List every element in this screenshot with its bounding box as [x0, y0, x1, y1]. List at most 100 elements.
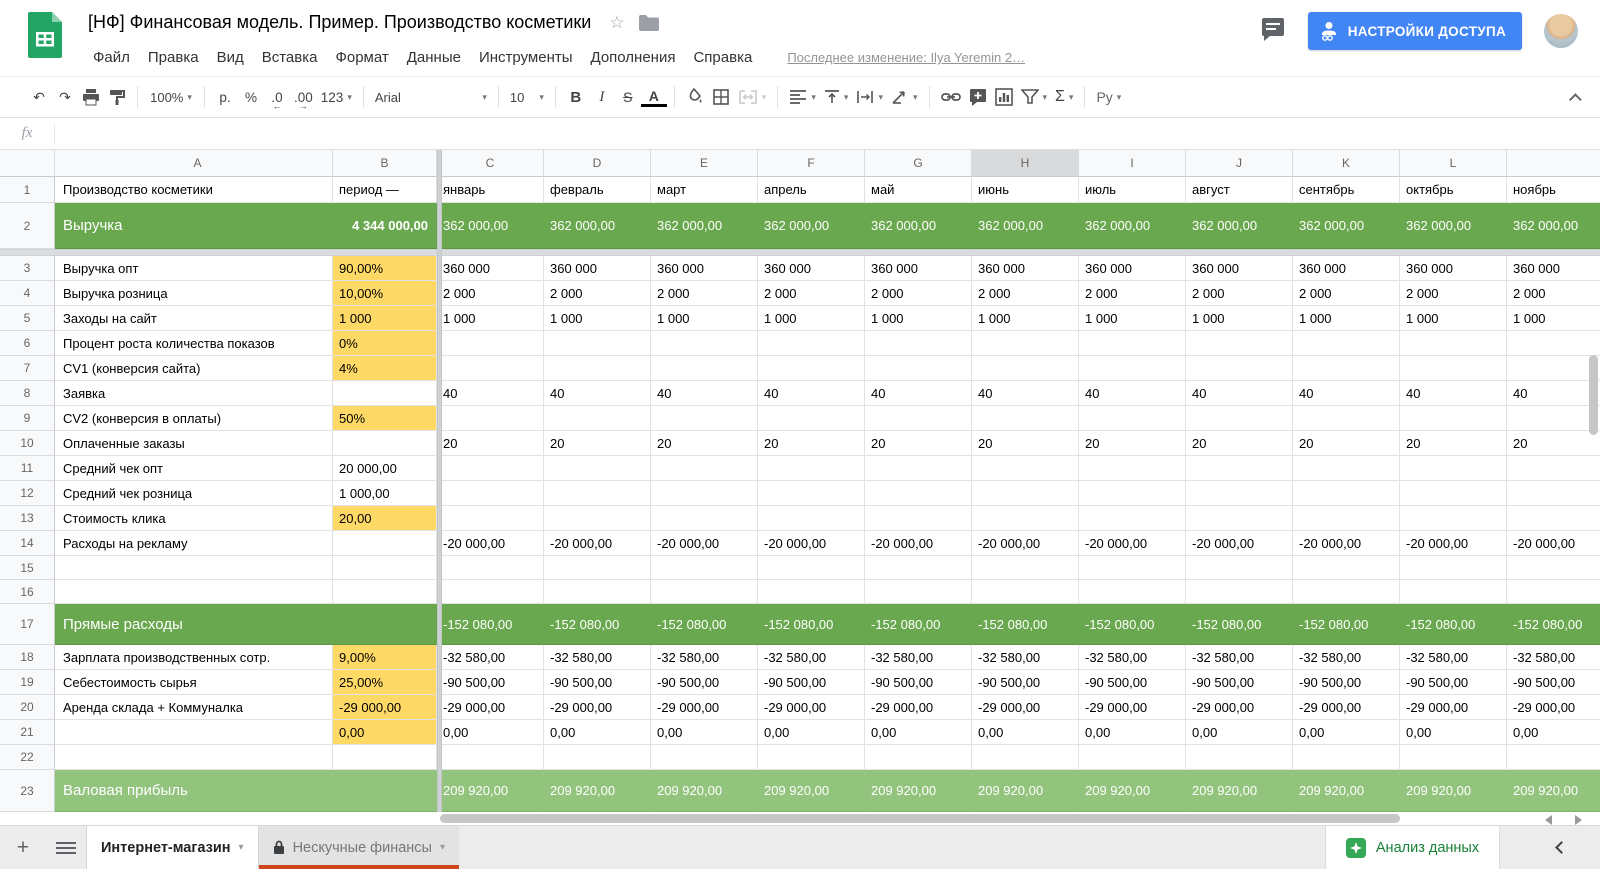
cell-D22[interactable]	[544, 745, 651, 770]
cell-E18[interactable]: -32 580,00	[651, 645, 758, 670]
cell-b11[interactable]: 20 000,00	[333, 456, 437, 481]
cell-C2[interactable]: 362 000,00	[437, 203, 544, 249]
cell-H4[interactable]: 2 000	[972, 281, 1079, 306]
cell-J7[interactable]	[1186, 356, 1293, 381]
cell-H9[interactable]	[972, 406, 1079, 431]
cell-C15[interactable]	[437, 556, 544, 580]
cell-K13[interactable]	[1293, 506, 1400, 531]
cell-E16[interactable]	[651, 580, 758, 604]
menu-дополнения[interactable]: Дополнения	[582, 46, 685, 69]
redo-button[interactable]: ↷	[52, 83, 78, 111]
row-header-17[interactable]: 17	[0, 604, 55, 645]
cell-G1[interactable]: май	[865, 177, 972, 203]
cell-D4[interactable]: 2 000	[544, 281, 651, 306]
cell-H5[interactable]: 1 000	[972, 306, 1079, 331]
cell-H2[interactable]: 362 000,00	[972, 203, 1079, 249]
cell-K20[interactable]: -29 000,00	[1293, 695, 1400, 720]
cell-b8[interactable]	[333, 381, 437, 406]
cell-E12[interactable]	[651, 481, 758, 506]
cell-J2[interactable]: 362 000,00	[1186, 203, 1293, 249]
cell-23[interactable]: 209 920,00	[1507, 770, 1600, 812]
insert-link-button[interactable]	[937, 83, 965, 111]
cell-13[interactable]	[1507, 506, 1600, 531]
cell-3[interactable]: 360 000	[1507, 256, 1600, 281]
column-header-last[interactable]	[1507, 150, 1600, 177]
cell-I7[interactable]	[1079, 356, 1186, 381]
vertical-scrollbar[interactable]	[1589, 355, 1598, 435]
cell-F17[interactable]: -152 080,00	[758, 604, 865, 645]
cell-6[interactable]	[1507, 331, 1600, 356]
cell-H20[interactable]: -29 000,00	[972, 695, 1079, 720]
format-currency-button[interactable]: р.	[212, 83, 238, 111]
cell-K22[interactable]	[1293, 745, 1400, 770]
sheet-tab-internet-magazin[interactable]: Интернет-магазин ▾	[86, 826, 259, 869]
cell-K8[interactable]: 40	[1293, 381, 1400, 406]
cell-17[interactable]: -152 080,00	[1507, 604, 1600, 645]
cell-F21[interactable]: 0,00	[758, 720, 865, 745]
cell-C20[interactable]: -29 000,00	[437, 695, 544, 720]
cell-G7[interactable]	[865, 356, 972, 381]
comment-history-icon[interactable]	[1260, 18, 1286, 44]
cell-G16[interactable]	[865, 580, 972, 604]
cell-b10[interactable]	[333, 431, 437, 456]
last-edit-link[interactable]: Последнее изменение: Ilya Yeremin 2…	[787, 50, 1025, 65]
cell-F4[interactable]: 2 000	[758, 281, 865, 306]
cell-F14[interactable]: -20 000,00	[758, 531, 865, 556]
cell-F3[interactable]: 360 000	[758, 256, 865, 281]
cell-J21[interactable]: 0,00	[1186, 720, 1293, 745]
cell-E17[interactable]: -152 080,00	[651, 604, 758, 645]
menu-вид[interactable]: Вид	[208, 46, 253, 69]
cell-J3[interactable]: 360 000	[1186, 256, 1293, 281]
filter-button[interactable]: ▾	[1017, 83, 1052, 111]
cell-D12[interactable]	[544, 481, 651, 506]
cell-C4[interactable]: 2 000	[437, 281, 544, 306]
menu-справка[interactable]: Справка	[684, 46, 761, 69]
cell-a18[interactable]: Зарплата производственных сотр.	[55, 645, 333, 670]
cell-14[interactable]: -20 000,00	[1507, 531, 1600, 556]
cell-b16[interactable]	[333, 580, 437, 604]
cell-9[interactable]	[1507, 406, 1600, 431]
cell-b6[interactable]: 0%	[333, 331, 437, 356]
cell-F18[interactable]: -32 580,00	[758, 645, 865, 670]
cell-F1[interactable]: апрель	[758, 177, 865, 203]
cell-D16[interactable]	[544, 580, 651, 604]
cell-b21[interactable]: 0,00	[333, 720, 437, 745]
cell-I23[interactable]: 209 920,00	[1079, 770, 1186, 812]
cell-a3[interactable]: Выручка опт	[55, 256, 333, 281]
cell-E7[interactable]	[651, 356, 758, 381]
cell-K9[interactable]	[1293, 406, 1400, 431]
cell-C13[interactable]	[437, 506, 544, 531]
cell-D21[interactable]: 0,00	[544, 720, 651, 745]
cell-a5[interactable]: Заходы на сайт	[55, 306, 333, 331]
cell-J18[interactable]: -32 580,00	[1186, 645, 1293, 670]
insert-chart-button[interactable]	[991, 83, 1017, 111]
cell-b15[interactable]	[333, 556, 437, 580]
cell-E4[interactable]: 2 000	[651, 281, 758, 306]
cell-F15[interactable]	[758, 556, 865, 580]
cell-L21[interactable]: 0,00	[1400, 720, 1507, 745]
cell-a22[interactable]	[55, 745, 333, 770]
cell-11[interactable]	[1507, 456, 1600, 481]
cell-18[interactable]: -32 580,00	[1507, 645, 1600, 670]
cell-F23[interactable]: 209 920,00	[758, 770, 865, 812]
cell-K15[interactable]	[1293, 556, 1400, 580]
cell-b5[interactable]: 1 000	[333, 306, 437, 331]
cell-a20[interactable]: Аренда склада + Коммуналка	[55, 695, 333, 720]
cell-10[interactable]: 20	[1507, 431, 1600, 456]
user-avatar[interactable]	[1544, 14, 1578, 48]
row-header-5[interactable]: 5	[0, 306, 55, 331]
cell-I22[interactable]	[1079, 745, 1186, 770]
frozen-row-divider[interactable]	[0, 249, 1600, 256]
cell-E14[interactable]: -20 000,00	[651, 531, 758, 556]
row-header-22[interactable]: 22	[0, 745, 55, 770]
cell-G3[interactable]: 360 000	[865, 256, 972, 281]
cell-C17[interactable]: -152 080,00	[437, 604, 544, 645]
cell-8[interactable]: 40	[1507, 381, 1600, 406]
cell-D6[interactable]	[544, 331, 651, 356]
cell-4[interactable]: 2 000	[1507, 281, 1600, 306]
cell-E1[interactable]: март	[651, 177, 758, 203]
cell-K16[interactable]	[1293, 580, 1400, 604]
cell-K10[interactable]: 20	[1293, 431, 1400, 456]
cell-C9[interactable]	[437, 406, 544, 431]
cell-C12[interactable]	[437, 481, 544, 506]
